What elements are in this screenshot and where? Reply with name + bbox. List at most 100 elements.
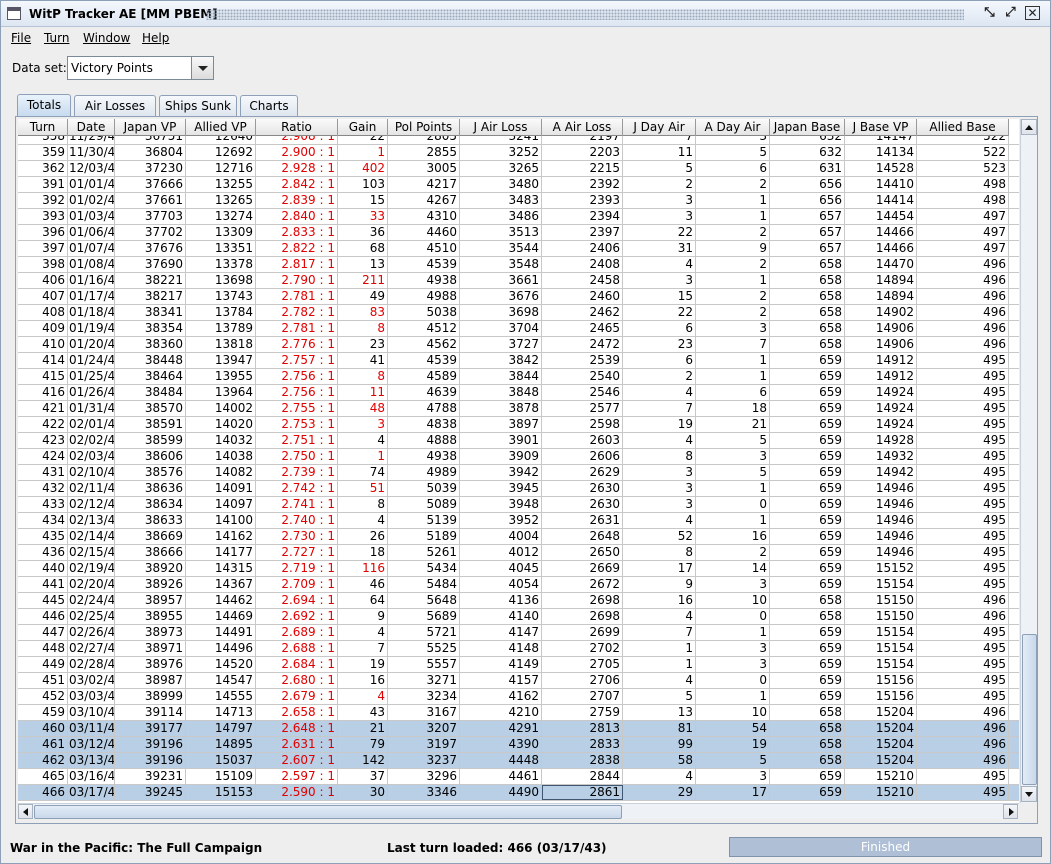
table-row[interactable]: 40601/16/4338221136982.790 : 12114938366… bbox=[18, 273, 1019, 289]
column-header-turn[interactable]: Turn bbox=[18, 119, 68, 136]
cell-pol-points: 4788 bbox=[388, 401, 460, 416]
minimize-icon[interactable]: ⤡ bbox=[981, 6, 998, 22]
tab-ships-sunk[interactable]: Ships Sunk bbox=[159, 95, 237, 116]
column-header-ratio[interactable]: Ratio bbox=[256, 119, 338, 136]
table-row[interactable]: 40701/17/4338217137432.781 : 14949883676… bbox=[18, 289, 1019, 305]
table-row[interactable]: 45903/10/4339114147132.658 : 14331674210… bbox=[18, 705, 1019, 721]
scroll-up-button[interactable] bbox=[1021, 119, 1037, 135]
cell-turn: 409 bbox=[18, 321, 68, 336]
table-row[interactable]: 39601/06/4337702133092.833 : 13644603513… bbox=[18, 225, 1019, 241]
table-row[interactable]: 39201/02/4337661132652.839 : 11542673483… bbox=[18, 193, 1019, 209]
table-row[interactable]: 43102/10/4338576140822.739 : 17449893942… bbox=[18, 465, 1019, 481]
table-row[interactable]: 41401/24/4338448139472.757 : 14145393842… bbox=[18, 353, 1019, 369]
cell-ratio: 2.631 : 1 bbox=[256, 737, 338, 752]
vertical-scrollbar[interactable] bbox=[1020, 119, 1037, 803]
column-header-allied-base[interactable]: Allied Base bbox=[917, 119, 1009, 136]
vertical-scroll-thumb[interactable] bbox=[1022, 634, 1037, 785]
table-row[interactable]: 39801/08/4337690133782.817 : 11345393548… bbox=[18, 257, 1019, 273]
table-row[interactable]: 43202/11/4338636140912.742 : 15150393945… bbox=[18, 481, 1019, 497]
cell-japan-base: 658 bbox=[770, 737, 845, 752]
table-row[interactable]: 36212/03/4237230127162.928 : 14023005326… bbox=[18, 161, 1019, 177]
table-row[interactable]: 44602/25/4338955144692.692 : 19568941402… bbox=[18, 609, 1019, 625]
dataset-select[interactable]: Victory Points bbox=[67, 56, 214, 80]
table-row[interactable]: 43402/13/4338633141002.740 : 14513939522… bbox=[18, 513, 1019, 529]
table-row[interactable]: 44702/26/4338973144912.689 : 14572141472… bbox=[18, 625, 1019, 641]
cell-ratio: 2.684 : 1 bbox=[256, 657, 338, 672]
last-turn-loaded: Last turn loaded: 466 (03/17/43) bbox=[387, 841, 607, 855]
cell-ratio: 2.776 : 1 bbox=[256, 337, 338, 352]
table-row[interactable]: 42402/03/4338606140382.750 : 11493839092… bbox=[18, 449, 1019, 465]
table-row[interactable]: 40901/19/4338354137892.781 : 18451237042… bbox=[18, 321, 1019, 337]
table-row[interactable]: 39301/03/4337703132742.840 : 13343103486… bbox=[18, 209, 1019, 225]
tab-totals[interactable]: Totals bbox=[17, 94, 71, 117]
cell-turn: 447 bbox=[18, 625, 68, 640]
table-row[interactable]: 43502/14/4338669141622.730 : 12651894004… bbox=[18, 529, 1019, 545]
column-header-japan-base[interactable]: Japan Base bbox=[770, 119, 845, 136]
cell-japan-vp: 38464 bbox=[115, 369, 186, 384]
table-row[interactable]: 41501/25/4338464139552.756 : 18458938442… bbox=[18, 369, 1019, 385]
table-row[interactable]: 44502/24/4338957144622.694 : 16456484136… bbox=[18, 593, 1019, 609]
cell-j-day-air: 81 bbox=[623, 721, 696, 736]
table-row[interactable]: 42101/31/4338570140022.755 : 14847883878… bbox=[18, 401, 1019, 417]
table-row[interactable]: 46203/13/4339196150372.607 : 11423237444… bbox=[18, 753, 1019, 769]
table-row[interactable]: 44802/27/4338971144962.688 : 17552541482… bbox=[18, 641, 1019, 657]
table-row[interactable]: 43602/15/4338666141772.727 : 11852614012… bbox=[18, 545, 1019, 561]
cell-j-day-air: 7 bbox=[623, 401, 696, 416]
table-row[interactable]: 42302/02/4338599140322.751 : 14488839012… bbox=[18, 433, 1019, 449]
menu-turn[interactable]: Turn bbox=[44, 31, 69, 45]
table-row[interactable]: 39101/01/4337666132552.842 : 11034217348… bbox=[18, 177, 1019, 193]
scroll-right-button[interactable] bbox=[1003, 804, 1018, 819]
column-header-japan-vp[interactable]: Japan VP bbox=[115, 119, 186, 136]
menu-file[interactable]: File bbox=[11, 31, 31, 45]
cell-date: 02/27/43 bbox=[69, 641, 115, 656]
chevron-down-icon[interactable] bbox=[191, 57, 213, 79]
cell-pol-points: 4938 bbox=[388, 449, 460, 464]
table-row[interactable]: 44102/20/4338926143672.709 : 14654844054… bbox=[18, 577, 1019, 593]
tab-charts[interactable]: Charts bbox=[240, 95, 298, 116]
close-icon[interactable]: ✕ bbox=[1025, 6, 1040, 20]
table-row[interactable]: 46603/17/4339245151532.590 : 13033464490… bbox=[18, 785, 1019, 801]
menu-help[interactable]: Help bbox=[142, 31, 169, 45]
table-row[interactable]: 35911/30/4236804126922.900 : 11285532522… bbox=[18, 145, 1019, 161]
column-header-date[interactable]: Date bbox=[68, 119, 115, 136]
column-header-gain[interactable]: Gain bbox=[338, 119, 388, 136]
scroll-down-button[interactable] bbox=[1021, 786, 1037, 802]
horizontal-scrollbar[interactable] bbox=[18, 803, 1019, 819]
cell-turn: 459 bbox=[18, 705, 68, 720]
horizontal-scroll-thumb[interactable] bbox=[34, 805, 622, 819]
table-row[interactable]: 44002/19/4338920143152.719 : 11165434404… bbox=[18, 561, 1019, 577]
cell-date: 03/10/43 bbox=[69, 705, 115, 720]
cell-gain: 1 bbox=[338, 145, 388, 160]
table-row[interactable]: 41601/26/4338484139642.756 : 11146393848… bbox=[18, 385, 1019, 401]
column-header-j-day-air[interactable]: J Day Air bbox=[623, 119, 696, 136]
tab-air-losses[interactable]: Air Losses bbox=[74, 95, 156, 116]
totals-table[interactable]: Turn Date Japan VP Allied VP Ratio Gain Pol Po… bbox=[18, 119, 1019, 803]
table-row[interactable]: 42202/01/4338591140202.753 : 13483838972… bbox=[18, 417, 1019, 433]
cell-j-day-air: 4 bbox=[623, 609, 696, 624]
table-row[interactable]: 44902/28/4338976145202.684 : 11955574149… bbox=[18, 657, 1019, 673]
column-header-j-air-loss[interactable]: J Air Loss bbox=[460, 119, 542, 136]
menu-window[interactable]: Window bbox=[83, 31, 130, 45]
cell-a-air-loss: 2706 bbox=[542, 673, 623, 688]
cell-j-base-vp: 14946 bbox=[845, 497, 917, 512]
maximize-icon[interactable]: ⤢ bbox=[1002, 6, 1019, 22]
table-row[interactable]: 46103/12/4339196148952.631 : 17931974390… bbox=[18, 737, 1019, 753]
column-header-j-base-vp[interactable]: J Base VP bbox=[845, 119, 917, 136]
table-row[interactable]: 45103/02/4338987145472.680 : 11632714157… bbox=[18, 673, 1019, 689]
column-header-a-air-loss[interactable]: A Air Loss bbox=[542, 119, 623, 136]
column-header-allied-vp[interactable]: Allied VP bbox=[186, 119, 256, 136]
table-row[interactable]: 41001/20/4338360138182.776 : 12345623727… bbox=[18, 337, 1019, 353]
column-header-a-day-air[interactable]: A Day Air bbox=[696, 119, 770, 136]
table-row[interactable]: 39701/07/4337676133512.822 : 16845103544… bbox=[18, 241, 1019, 257]
cell-allied-base: 495 bbox=[917, 641, 1009, 656]
table-row[interactable]: 43302/12/4338634140972.741 : 18508939482… bbox=[18, 497, 1019, 513]
cell-allied-base: 495 bbox=[917, 545, 1009, 560]
cell-allied-vp: 13947 bbox=[186, 353, 256, 368]
cell-japan-base: 658 bbox=[770, 321, 845, 336]
table-row[interactable]: 45203/03/4338999145552.679 : 14323441622… bbox=[18, 689, 1019, 705]
table-row[interactable]: 46503/16/4339231151092.597 : 13732964461… bbox=[18, 769, 1019, 785]
table-row[interactable]: 46003/11/4339177147972.648 : 12132074291… bbox=[18, 721, 1019, 737]
table-row[interactable]: 40801/18/4338341137842.782 : 18350383698… bbox=[18, 305, 1019, 321]
column-header-pol-points[interactable]: Pol Points bbox=[388, 119, 460, 136]
scroll-left-button[interactable] bbox=[18, 804, 33, 819]
